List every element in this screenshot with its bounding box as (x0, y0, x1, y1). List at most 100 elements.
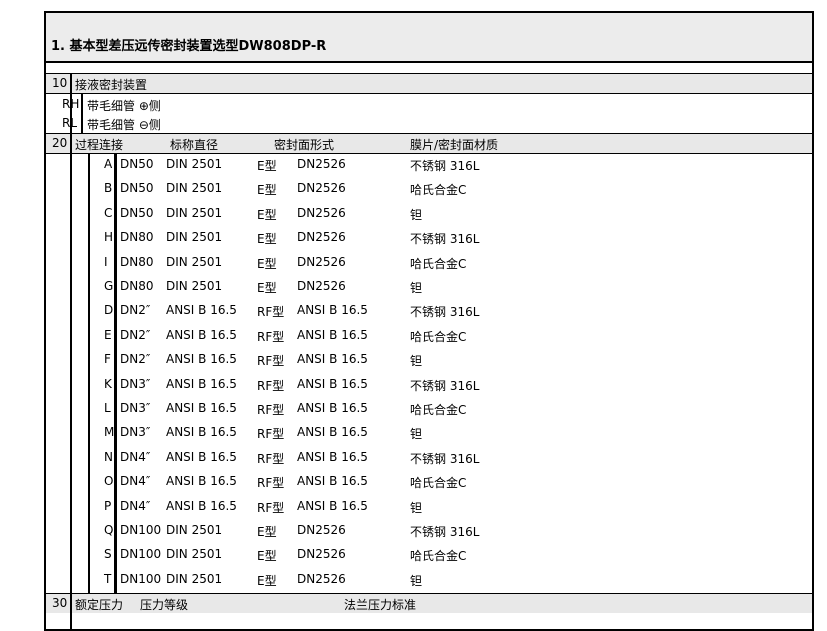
seal-face-form: E型 (257, 256, 277, 271)
material: 不锈钢 316L (410, 232, 480, 247)
seal-face-form: E型 (257, 232, 277, 247)
divider (46, 593, 812, 594)
material: 钽 (410, 500, 423, 515)
material: 不锈钢 316L (410, 305, 480, 320)
seal-face-form: RF型 (257, 378, 285, 393)
diameter-standard: DIN 2501 (166, 205, 223, 220)
table-row: P DN4″ ANSI B 16.5 RF型 ANSI B 16.5 钽 (46, 496, 812, 516)
material: 钽 (410, 207, 423, 222)
row-code: L (104, 401, 111, 415)
seal-face-standard: ANSI B 16.5 (297, 449, 368, 464)
row-code: H (104, 230, 114, 245)
diameter-standard: DIN 2501 (166, 230, 223, 245)
section-20-header: 20 过程连接 标称直径 密封面形式 膜片/密封面材质 (46, 133, 812, 153)
nominal-diameter: DN3″ (120, 401, 151, 415)
table-row: N DN4″ ANSI B 16.5 RF型 ANSI B 16.5 不锈钢 316L (46, 447, 812, 467)
spec-sheet: 1. 基本型差压远传密封装置选型DW808DP-R 10 接液密封装置 RH 带… (44, 11, 814, 631)
nominal-diameter: DN50 (120, 157, 154, 171)
seal-face-standard: DN2526 (297, 279, 346, 293)
row-code: B (104, 181, 113, 196)
nominal-diameter: DN2″ (120, 303, 151, 318)
row-code: N (104, 449, 113, 464)
section-code: 10 (52, 76, 68, 90)
seal-face-form: E型 (257, 573, 277, 588)
divider (46, 73, 812, 74)
table-row: S DN100 DIN 2501 E型 DN2526 哈氏合金C (46, 544, 812, 564)
table-row: H DN80 DIN 2501 E型 DN2526 不锈钢 316L (46, 227, 812, 247)
material: 钽 (410, 573, 423, 588)
table-row: D DN2″ ANSI B 16.5 RF型 ANSI B 16.5 不锈钢 316L (46, 300, 812, 320)
seal-face-standard: ANSI B 16.5 (297, 303, 368, 318)
seal-face-form: RF型 (257, 476, 285, 491)
diameter-standard: ANSI B 16.5 (166, 327, 237, 342)
tree-line-level-2 (88, 153, 90, 593)
nominal-diameter: DN80 (120, 230, 154, 245)
section-10-item: RL 带毛细管 ⊖侧 (46, 113, 812, 133)
diameter-standard: DIN 2501 (166, 279, 223, 293)
nominal-diameter: DN4″ (120, 474, 151, 489)
seal-face-standard: DN2526 (297, 205, 346, 220)
row-code: T (104, 571, 112, 586)
nominal-diameter: DN3″ (120, 425, 151, 440)
material: 不锈钢 316L (410, 159, 480, 173)
table-row: I DN80 DIN 2501 E型 DN2526 哈氏合金C (46, 252, 812, 272)
table-row: O DN4″ ANSI B 16.5 RF型 ANSI B 16.5 哈氏合金C (46, 471, 812, 491)
material: 哈氏合金C (410, 403, 467, 417)
nominal-diameter: DN80 (120, 279, 154, 293)
tree-line-level-3 (114, 153, 117, 593)
page-title: 1. 基本型差压远传密封装置选型DW808DP-R (51, 39, 327, 54)
column-header-material: 膜片/密封面材质 (410, 138, 499, 152)
nominal-diameter: DN100 (120, 571, 162, 586)
row-code: F (104, 352, 111, 367)
table-row: K DN3″ ANSI B 16.5 RF型 ANSI B 16.5 不锈钢 316L (46, 374, 812, 394)
seal-face-form: RF型 (257, 354, 285, 369)
seal-face-form: RF型 (257, 500, 285, 515)
section-code: 20 (52, 136, 68, 150)
table-row: M DN3″ ANSI B 16.5 RF型 ANSI B 16.5 钽 (46, 422, 812, 442)
diameter-standard: ANSI B 16.5 (166, 376, 237, 391)
nominal-diameter: DN50 (120, 205, 154, 220)
tree-line-level-1 (70, 73, 72, 629)
item-text: 带毛细管 ⊖侧 (87, 118, 161, 132)
nominal-diameter: DN50 (120, 181, 154, 196)
row-code: K (104, 376, 112, 391)
seal-face-standard: DN2526 (297, 157, 346, 171)
seal-face-standard: DN2526 (297, 523, 346, 537)
diameter-standard: DIN 2501 (166, 254, 223, 269)
nominal-diameter: DN100 (120, 547, 162, 562)
material: 哈氏合金C (410, 476, 467, 491)
row-code: E (104, 327, 112, 342)
divider (46, 133, 812, 134)
table-row: Q DN100 DIN 2501 E型 DN2526 不锈钢 316L (46, 520, 812, 540)
seal-face-standard: ANSI B 16.5 (297, 327, 368, 342)
seal-face-standard: ANSI B 16.5 (297, 498, 368, 513)
row-code: D (104, 303, 114, 318)
nominal-diameter: DN2″ (120, 352, 151, 367)
seal-face-form: E型 (257, 159, 277, 173)
title-bar: 1. 基本型差压远传密封装置选型DW808DP-R (46, 13, 812, 63)
row-code: P (104, 498, 112, 513)
diameter-standard: DIN 2501 (166, 157, 223, 171)
seal-face-form: E型 (257, 207, 277, 222)
table-row: F DN2″ ANSI B 16.5 RF型 ANSI B 16.5 钽 (46, 349, 812, 369)
seal-face-form: RF型 (257, 451, 285, 466)
seal-face-form: E型 (257, 525, 277, 539)
diameter-standard: DIN 2501 (166, 523, 223, 537)
seal-face-form: E型 (257, 183, 277, 198)
divider (46, 153, 812, 154)
material: 不锈钢 316L (410, 525, 480, 539)
seal-face-standard: DN2526 (297, 547, 346, 562)
material: 不锈钢 316L (410, 451, 480, 466)
section-code: 30 (52, 596, 68, 610)
seal-face-form: RF型 (257, 305, 285, 320)
column-header-rated-pressure: 额定压力 (75, 598, 124, 612)
row-code: G (104, 279, 114, 293)
nominal-diameter: DN80 (120, 254, 154, 269)
column-header-flange-standard: 法兰压力标准 (344, 598, 417, 612)
diameter-standard: ANSI B 16.5 (166, 474, 237, 489)
row-code: Q (104, 523, 114, 537)
column-header-diameter: 标称直径 (170, 138, 219, 152)
material: 哈氏合金C (410, 256, 467, 271)
item-text: 带毛细管 ⊕侧 (87, 99, 161, 113)
seal-face-form: E型 (257, 281, 277, 295)
